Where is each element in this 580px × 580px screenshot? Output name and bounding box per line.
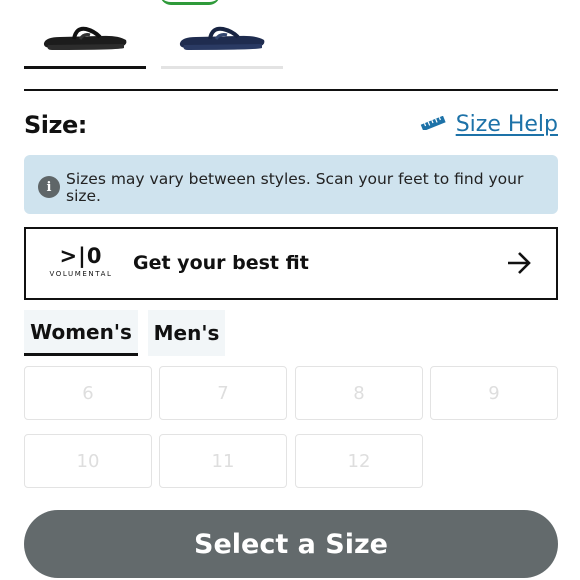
arrow-right-icon (506, 251, 532, 279)
size-heading: Size: (24, 111, 87, 139)
swatch-rating-fragment (160, 0, 220, 5)
swatch-navy[interactable] (161, 10, 283, 69)
select-size-button[interactable]: Select a Size (24, 510, 558, 578)
product-size-selector: Size: Size Help i Sizes may vary between… (0, 0, 580, 580)
size-help-label: Size Help (455, 112, 558, 137)
tab-mens[interactable]: Men's (148, 310, 225, 356)
info-banner: i Sizes may vary between styles. Scan yo… (24, 155, 558, 214)
best-fit-button[interactable]: >|0 VOLUMENTAL Get your best fit (24, 227, 558, 300)
color-swatches (24, 10, 294, 69)
volumental-logo-word: VOLUMENTAL (49, 270, 113, 278)
size-option-11[interactable]: 11 (159, 434, 287, 488)
size-option-8[interactable]: 8 (295, 366, 423, 420)
size-option-10[interactable]: 10 (24, 434, 152, 488)
size-help-link[interactable]: Size Help (420, 112, 558, 137)
size-option-6[interactable]: 6 (24, 366, 152, 420)
size-option-12[interactable]: 12 (295, 434, 423, 488)
flip-flop-navy-image (179, 26, 265, 50)
section-divider (24, 89, 558, 91)
volumental-logo-mark: >|0 (59, 244, 103, 268)
info-banner-text: Sizes may vary between styles. Scan your… (66, 170, 524, 205)
size-option-9[interactable]: 9 (430, 366, 558, 420)
flip-flop-black-image (43, 26, 127, 50)
tab-womens[interactable]: Women's (24, 310, 138, 356)
swatch-black[interactable] (24, 10, 146, 69)
best-fit-label: Get your best fit (133, 252, 309, 274)
volumental-logo: >|0 VOLUMENTAL (48, 245, 114, 278)
info-icon: i (38, 176, 60, 198)
size-option-7[interactable]: 7 (159, 366, 287, 420)
ruler-icon (420, 115, 446, 134)
